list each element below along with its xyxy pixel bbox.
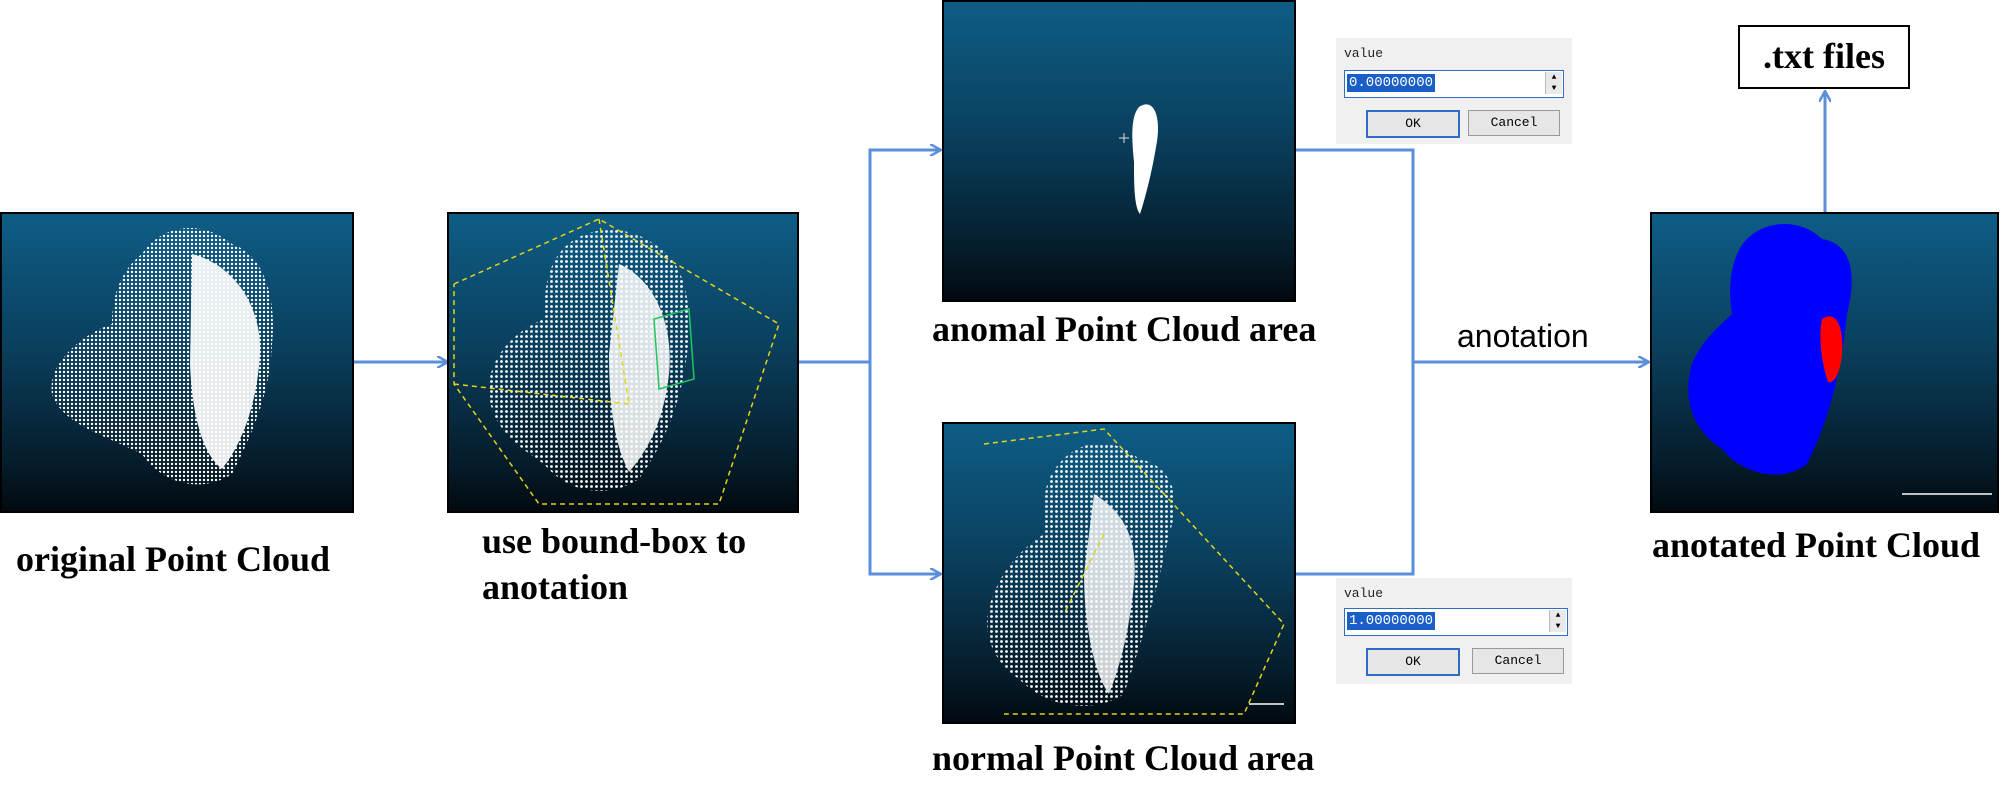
arrow-to-anomal bbox=[868, 150, 940, 362]
normal-area-view bbox=[942, 422, 1296, 724]
spin-stepper-icon[interactable]: ▲ ▼ bbox=[1545, 72, 1562, 94]
caption-normal: normal Point Cloud area bbox=[932, 738, 1315, 778]
caption-anomal: anomal Point Cloud area bbox=[932, 309, 1317, 349]
ok-button[interactable]: OK bbox=[1366, 648, 1460, 676]
anotated-point-cloud-view bbox=[1650, 212, 1999, 513]
cancel-button[interactable]: Cancel bbox=[1472, 648, 1564, 674]
anotation-arrow-label: anotation bbox=[1457, 318, 1589, 354]
ok-button[interactable]: OK bbox=[1366, 110, 1460, 138]
caption-original: original Point Cloud bbox=[16, 539, 331, 579]
value-text: 0.00000000 bbox=[1347, 74, 1436, 92]
caption-bound-box-2: anotation bbox=[482, 567, 629, 607]
anomaly-sliver bbox=[1132, 104, 1159, 214]
arrow-to-normal bbox=[868, 362, 940, 574]
dialog-label: value bbox=[1344, 46, 1384, 61]
dialog-label: value bbox=[1344, 586, 1384, 601]
spin-stepper-icon[interactable]: ▲ ▼ bbox=[1549, 610, 1566, 632]
value-input[interactable]: 0.00000000 ▲ ▼ bbox=[1344, 70, 1564, 98]
crosshair-icon bbox=[1119, 133, 1129, 143]
original-point-cloud-view bbox=[0, 212, 354, 513]
arrow-from-normal bbox=[1294, 362, 1415, 576]
caption-anotated: anotated Point Cloud bbox=[1652, 525, 1981, 565]
bound-box-view bbox=[447, 212, 799, 513]
caption-bound-box-1: use bound-box to bbox=[482, 521, 747, 561]
value-text: 1.00000000 bbox=[1347, 612, 1436, 630]
point-cloud-shape bbox=[987, 443, 1175, 706]
cancel-button[interactable]: Cancel bbox=[1468, 110, 1560, 136]
txt-files-box: .txt files bbox=[1738, 25, 1910, 89]
value-dialog-anomal: value 0.00000000 ▲ ▼ OK Cancel bbox=[1336, 38, 1572, 144]
value-input[interactable]: 1.00000000 ▲ ▼ bbox=[1344, 608, 1568, 636]
value-dialog-normal: value 1.00000000 ▲ ▼ OK Cancel bbox=[1336, 578, 1572, 684]
anomal-area-view bbox=[942, 0, 1296, 302]
